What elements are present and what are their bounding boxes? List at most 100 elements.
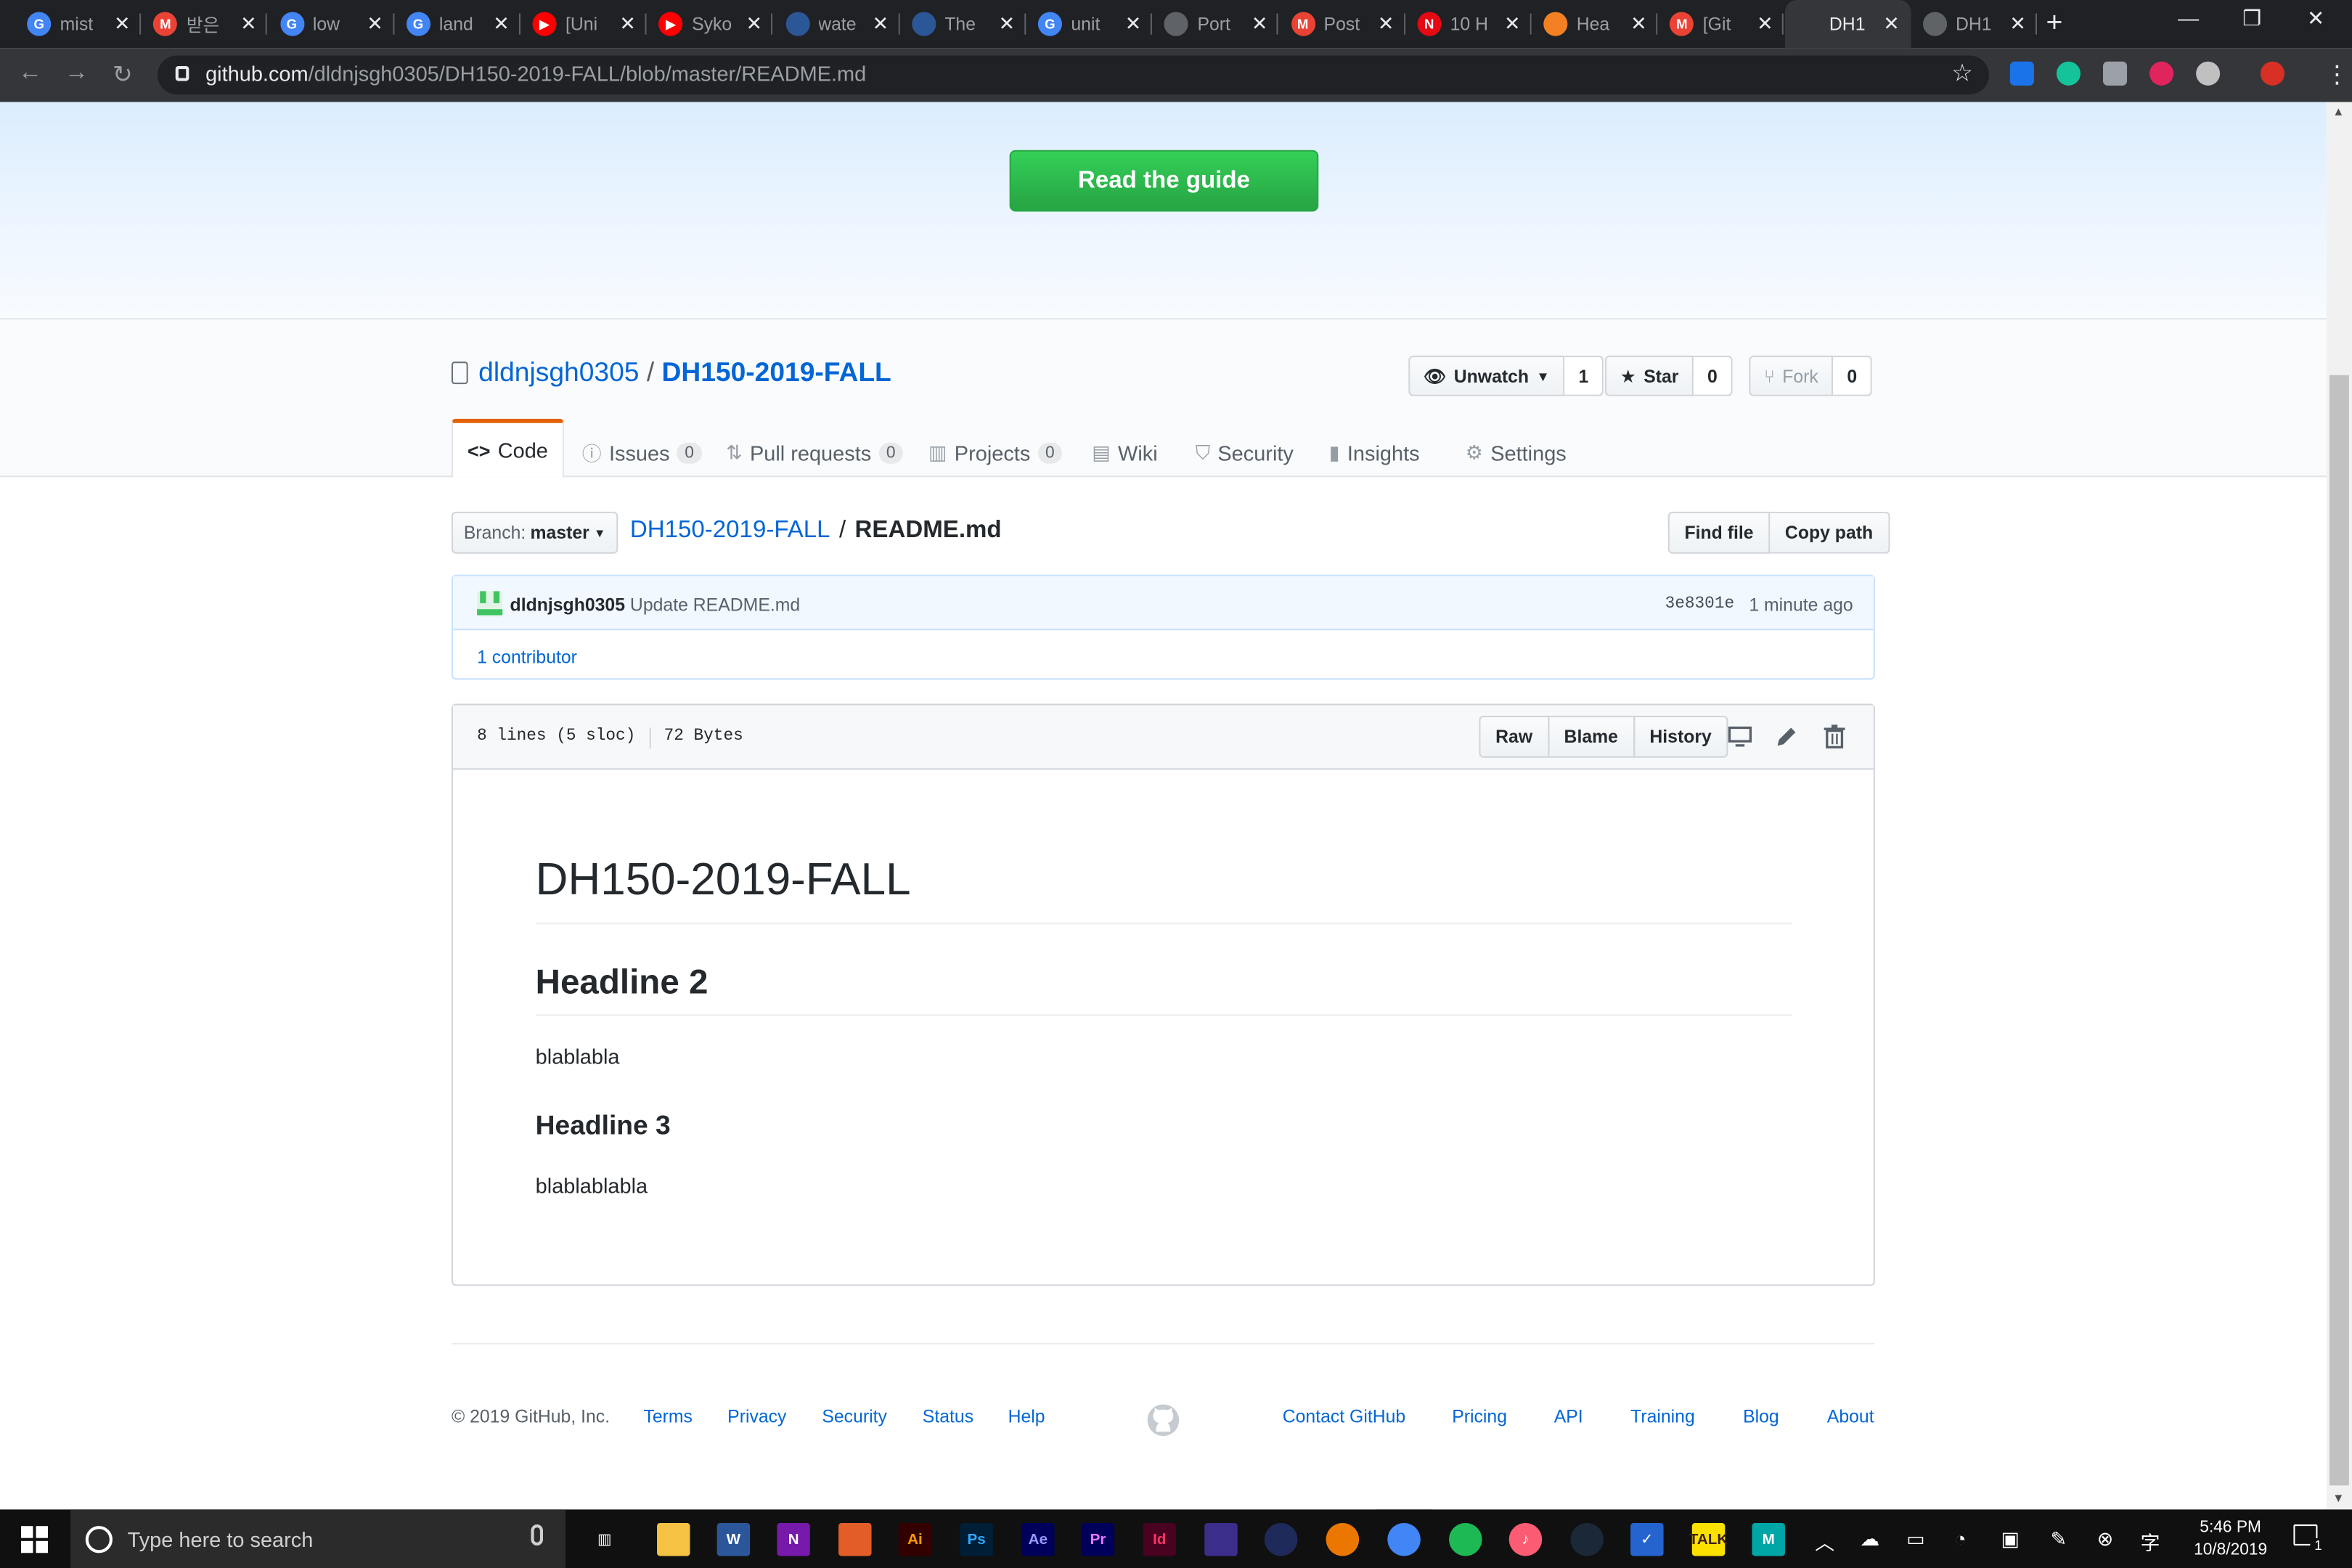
- tab-close-icon[interactable]: ✕: [1757, 12, 1773, 36]
- app-icon[interactable]: [838, 1522, 872, 1556]
- fork-button[interactable]: ⑂ Fork: [1749, 355, 1834, 396]
- tab-pull-requests[interactable]: ⇅ Pull requests 0: [726, 428, 903, 477]
- tab-close-icon[interactable]: ✕: [114, 12, 131, 36]
- pencil-icon[interactable]: [1771, 722, 1801, 751]
- forks-count[interactable]: 0: [1833, 355, 1873, 396]
- tab-wiki[interactable]: ▤ Wiki: [1092, 428, 1157, 477]
- footer-blog-link[interactable]: Blog: [1743, 1406, 1779, 1427]
- new-tab-button[interactable]: +: [2046, 7, 2062, 40]
- scroll-up-icon[interactable]: ▲: [2332, 105, 2344, 119]
- extension-icon[interactable]: [2196, 61, 2221, 86]
- reload-icon[interactable]: ↻: [113, 60, 133, 90]
- blame-button[interactable]: Blame: [1547, 715, 1635, 758]
- trash-icon[interactable]: [1819, 722, 1849, 751]
- menu-icon[interactable]: ⋮: [2325, 60, 2349, 90]
- kakaotalk-icon[interactable]: TALK: [1689, 1522, 1728, 1556]
- bookmark-star-icon[interactable]: ☆: [1951, 59, 1973, 89]
- tab-close-icon[interactable]: ✕: [619, 12, 636, 36]
- tab-close-icon[interactable]: ✕: [1125, 12, 1142, 36]
- back-icon[interactable]: ←: [18, 60, 42, 87]
- stars-count[interactable]: 0: [1694, 355, 1733, 396]
- battery-icon[interactable]: ▭: [1906, 1527, 1924, 1551]
- photoshop-icon[interactable]: Ps: [960, 1522, 993, 1556]
- file-explorer-icon[interactable]: [657, 1522, 690, 1556]
- tab-issues[interactable]: ⓘ Issues 0: [582, 428, 702, 477]
- footer-terms-link[interactable]: Terms: [643, 1406, 693, 1427]
- read-guide-button[interactable]: Read the guide: [1009, 150, 1319, 212]
- github-logo-icon[interactable]: [1146, 1403, 1181, 1438]
- history-button[interactable]: History: [1633, 715, 1728, 758]
- chevron-up-icon[interactable]: ︿: [1815, 1527, 1834, 1556]
- pen-icon[interactable]: ✎: [2051, 1527, 2067, 1551]
- browser-tab[interactable]: DH1 ✕: [1911, 0, 2037, 48]
- close-circle-icon[interactable]: ⊗: [2097, 1527, 2114, 1551]
- footer-training-link[interactable]: Training: [1630, 1406, 1695, 1427]
- app-icon[interactable]: M: [1752, 1522, 1785, 1556]
- branch-select[interactable]: Branch: master ▼: [451, 511, 618, 554]
- microphone-icon[interactable]: [531, 1524, 544, 1545]
- cinema4d-icon[interactable]: [1264, 1522, 1298, 1556]
- footer-pricing-link[interactable]: Pricing: [1452, 1406, 1507, 1427]
- browser-tab[interactable]: M [Git ✕: [1658, 0, 1784, 48]
- footer-about-link[interactable]: About: [1827, 1406, 1874, 1427]
- tab-close-icon[interactable]: ✕: [2009, 12, 2026, 36]
- browser-tab[interactable]: M 받은 ✕: [142, 0, 268, 48]
- windows-start-icon[interactable]: [20, 1526, 49, 1553]
- tab-insights[interactable]: ▮ Insights: [1329, 428, 1420, 477]
- copy-path-button[interactable]: Copy path: [1770, 511, 1890, 554]
- footer-help-link[interactable]: Help: [1008, 1406, 1045, 1427]
- word-icon[interactable]: W: [716, 1522, 751, 1556]
- breadcrumb-repo-link[interactable]: DH150-2019-FALL: [630, 518, 830, 544]
- extension-icon[interactable]: [2102, 61, 2128, 86]
- todo-icon[interactable]: ✓: [1630, 1522, 1664, 1556]
- steam-icon[interactable]: [1570, 1522, 1604, 1556]
- display-icon[interactable]: ▣: [2001, 1527, 2019, 1551]
- tab-projects[interactable]: ▥ Projects 0: [928, 428, 1062, 477]
- browser-tab[interactable]: Gmist ✕: [15, 0, 142, 48]
- tab-settings[interactable]: ⚙ Settings: [1466, 428, 1567, 477]
- browser-tab[interactable]: The ✕: [899, 0, 1026, 48]
- taskbar-search[interactable]: Type here to search: [70, 1509, 566, 1568]
- url-text[interactable]: github.com/dldnjsgh0305/DH150-2019-FALL/…: [205, 62, 866, 86]
- app-icon[interactable]: [1204, 1522, 1238, 1556]
- tab-close-icon[interactable]: ✕: [493, 12, 510, 36]
- browser-tab[interactable]: ▶ [Uni ✕: [520, 0, 647, 48]
- commit-message-link[interactable]: Update README.md: [630, 595, 800, 616]
- commit-author-link[interactable]: dldnjsgh0305: [510, 595, 625, 616]
- browser-tab[interactable]: Gland ✕: [394, 0, 520, 48]
- footer-security-link[interactable]: Security: [822, 1406, 887, 1427]
- tab-security[interactable]: ⛉ Security: [1196, 428, 1294, 477]
- repo-owner-link[interactable]: dldnjsgh0305: [478, 357, 639, 388]
- browser-tab[interactable]: Gunit ✕: [1026, 0, 1152, 48]
- after-effects-icon[interactable]: Ae: [1021, 1522, 1055, 1556]
- tab-close-icon[interactable]: ✕: [1251, 12, 1268, 36]
- premiere-icon[interactable]: Pr: [1081, 1522, 1115, 1556]
- tab-close-icon[interactable]: ✕: [746, 12, 762, 36]
- browser-tab[interactable]: Port ✕: [1152, 0, 1279, 48]
- indesign-icon[interactable]: Id: [1143, 1522, 1177, 1556]
- footer-contact-link[interactable]: Contact GitHub: [1283, 1406, 1406, 1427]
- repo-name-link[interactable]: DH150-2019-FALL: [662, 357, 891, 388]
- illustrator-icon[interactable]: Ai: [898, 1522, 932, 1556]
- grammarly-icon[interactable]: [2056, 61, 2081, 86]
- profile-avatar[interactable]: [2260, 61, 2285, 86]
- tab-code[interactable]: <> Code: [451, 418, 564, 478]
- ime-icon[interactable]: 字: [2141, 1527, 2160, 1556]
- unwatch-button[interactable]: 👁 Unwatch ▼: [1408, 355, 1565, 396]
- browser-tab[interactable]: wate ✕: [773, 0, 899, 48]
- commit-sha[interactable]: 3e8301e: [1665, 596, 1735, 614]
- watchers-count[interactable]: 1: [1564, 355, 1604, 396]
- wifi-icon[interactable]: ◔: [1954, 1527, 1966, 1550]
- contributors-link[interactable]: 1 contributor: [477, 647, 577, 668]
- tab-close-icon[interactable]: ✕: [873, 12, 889, 36]
- tab-close-icon[interactable]: ✕: [1883, 12, 1900, 36]
- raw-button[interactable]: Raw: [1479, 715, 1549, 758]
- onenote-icon[interactable]: N: [777, 1522, 810, 1556]
- tab-close-icon[interactable]: ✕: [999, 12, 1016, 36]
- chrome-icon[interactable]: [1387, 1522, 1421, 1556]
- onedrive-icon[interactable]: ☁: [1860, 1527, 1879, 1551]
- minimize-button[interactable]: —: [2178, 6, 2199, 30]
- author-avatar[interactable]: [477, 591, 503, 617]
- desktop-icon[interactable]: [1725, 722, 1755, 751]
- scrollbar-thumb[interactable]: [2329, 375, 2349, 1486]
